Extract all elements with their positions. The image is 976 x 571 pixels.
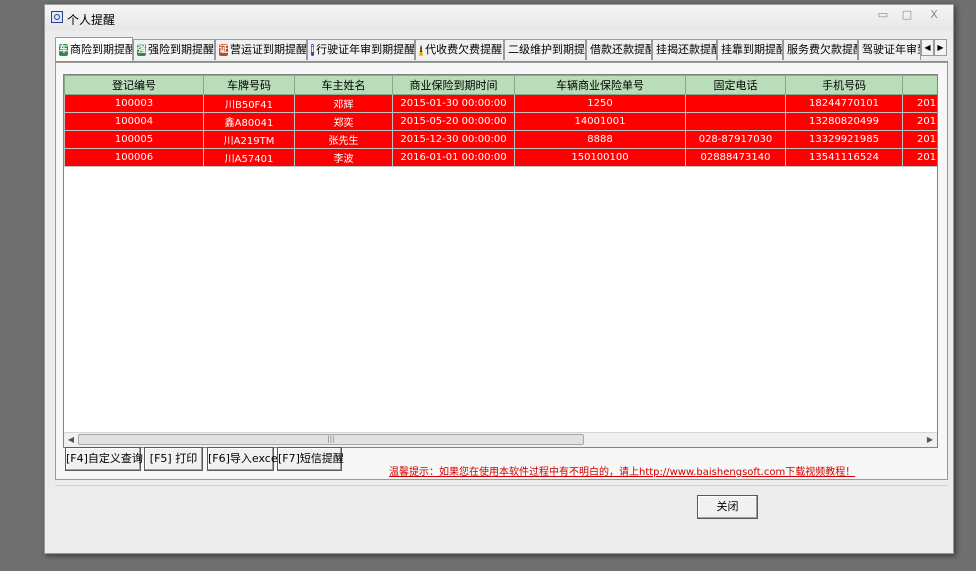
- tab-label: 强险到期提醒: [148, 43, 215, 56]
- close-button[interactable]: 关闭: [697, 495, 758, 519]
- car-icon: 车: [59, 44, 69, 56]
- cell-plate: 川A219TM: [203, 130, 295, 149]
- tab-commercial-insurance[interactable]: 车 商险到期提醒: [55, 37, 133, 61]
- cell-expiry: 2015-12-30 00:00:00: [392, 130, 515, 149]
- license-icon: 证: [219, 44, 229, 56]
- tab-secondary-maintenance[interactable]: 二级维护到期提醒: [504, 39, 586, 60]
- cell-phone: 028-87917030: [685, 130, 786, 149]
- tab-loan-repayment[interactable]: 借款还款提醒: [586, 39, 652, 60]
- sms-reminder-button[interactable]: [F7]短信提醒: [277, 447, 344, 471]
- cell-extra: 201: [902, 94, 937, 113]
- column-header[interactable]: 车牌号码: [203, 75, 295, 95]
- cell-mobile: 18244770101: [785, 94, 903, 113]
- cell-owner: 邓辉: [294, 94, 393, 113]
- divider: [55, 485, 948, 486]
- tab-driver-license-review[interactable]: 驾驶证年审到: [858, 39, 921, 60]
- maximize-button[interactable]: □: [895, 8, 919, 22]
- cell-mobile: 13541116524: [785, 148, 903, 167]
- app-icon: [51, 11, 63, 23]
- cell-mobile: 13329921985: [785, 130, 903, 149]
- cell-expiry: 2015-05-20 00:00:00: [392, 112, 515, 131]
- cell-owner: 郑奕: [294, 112, 393, 131]
- reminder-grid[interactable]: 登记编号 车牌号码 车主姓名 商业保险到期时间 车辆商业保险单号 固定电话 手机…: [63, 74, 938, 448]
- cell-owner: 李波: [294, 148, 393, 167]
- tab-scroll-right-button[interactable]: ▶: [934, 39, 947, 56]
- tab-affiliation-expiry[interactable]: 挂靠到期提醒: [717, 39, 783, 60]
- scroll-right-arrow-icon[interactable]: ▶: [923, 433, 937, 447]
- custom-query-button[interactable]: [F4]自定义查询: [65, 447, 143, 471]
- column-header[interactable]: 手机号码: [785, 75, 903, 95]
- tab-label: 代收费欠费提醒: [425, 43, 503, 56]
- cell-policy-no: 8888: [514, 130, 686, 149]
- tip-link[interactable]: 温馨提示：如果您在使用本软件过程中有不明白的，请上http://www.bais…: [389, 463, 855, 478]
- tab-label: 挂揭还款提醒: [656, 43, 717, 56]
- export-excel-button[interactable]: [F6]导入excel: [207, 447, 281, 471]
- cell-extra: 201: [902, 148, 937, 167]
- tab-affiliation-repayment[interactable]: 挂揭还款提醒: [652, 39, 717, 60]
- column-header[interactable]: 车主姓名: [294, 75, 393, 95]
- cell-expiry: 2015-01-30 00:00:00: [392, 94, 515, 113]
- reminder-table: 登记编号 车牌号码 车主姓名 商业保险到期时间 车辆商业保险单号 固定电话 手机…: [64, 75, 937, 167]
- column-header[interactable]: 车辆商业保险单号: [514, 75, 686, 95]
- title-bar: 个人提醒 ▭ □ X: [45, 5, 953, 31]
- tab-operation-license[interactable]: 证 营运证到期提醒: [215, 39, 307, 60]
- tab-label: 挂靠到期提醒: [721, 43, 783, 56]
- cell-phone: [685, 94, 786, 113]
- cell-policy-no: 150100100: [514, 148, 686, 167]
- table-row[interactable]: 100006 川A57401 李波 2016-01-01 00:00:00 15…: [64, 148, 937, 167]
- column-header[interactable]: [902, 75, 937, 95]
- tab-label: 商险到期提醒: [70, 43, 133, 56]
- print-button[interactable]: [F5] 打印: [144, 447, 203, 471]
- cell-reg-no: 100003: [64, 94, 204, 113]
- table-row[interactable]: 100003 川B50F41 邓辉 2015-01-30 00:00:00 12…: [64, 94, 937, 113]
- tab-service-fee-arrears[interactable]: 服务费欠款提醒: [783, 39, 858, 60]
- cell-owner: 张先生: [294, 130, 393, 149]
- column-header[interactable]: 登记编号: [64, 75, 204, 95]
- minimize-button[interactable]: ▭: [871, 8, 895, 22]
- close-window-button[interactable]: X: [919, 8, 949, 22]
- window-title: 个人提醒: [67, 13, 116, 27]
- reminder-window: 个人提醒 ▭ □ X 车 商险到期提醒 强 强险到期提醒 证 营运证到期提醒 i…: [44, 4, 954, 554]
- scroll-left-arrow-icon[interactable]: ◀: [64, 433, 78, 447]
- horizontal-scrollbar[interactable]: ◀ ||| ▶: [64, 432, 937, 447]
- tab-label: 行驶证年审到期提醒: [316, 43, 415, 56]
- cell-extra: 201: [902, 112, 937, 131]
- warning-icon: !: [419, 44, 424, 56]
- tab-label: 服务费欠款提醒: [787, 43, 858, 56]
- scrollbar-thumb[interactable]: |||: [78, 434, 584, 445]
- info-icon: i: [311, 44, 315, 56]
- cell-reg-no: 100006: [64, 148, 204, 167]
- cell-phone: 02888473140: [685, 148, 786, 167]
- cell-policy-no: 14001001: [514, 112, 686, 131]
- cell-plate: 川A57401: [203, 148, 295, 167]
- cell-mobile: 13280820499: [785, 112, 903, 131]
- cell-plate: 鑫A80041: [203, 112, 295, 131]
- table-row[interactable]: 100005 川A219TM 张先生 2015-12-30 00:00:00 8…: [64, 130, 937, 149]
- tab-label: 二级维护到期提醒: [508, 43, 585, 56]
- table-row[interactable]: 100004 鑫A80041 郑奕 2015-05-20 00:00:00 14…: [64, 112, 937, 131]
- header-row: 登记编号 车牌号码 车主姓名 商业保险到期时间 车辆商业保险单号 固定电话 手机…: [64, 75, 937, 95]
- tab-driving-license-review[interactable]: i 行驶证年审到期提醒: [307, 39, 415, 60]
- shield-icon: 强: [137, 44, 147, 56]
- tab-scroll-left-button[interactable]: ◀: [921, 39, 934, 56]
- cell-extra: 201: [902, 130, 937, 149]
- cell-reg-no: 100004: [64, 112, 204, 131]
- cell-phone: [685, 112, 786, 131]
- tab-fee-arrears[interactable]: ! 代收费欠费提醒: [415, 39, 504, 60]
- tab-bar: 车 商险到期提醒 强 强险到期提醒 证 营运证到期提醒 i 行驶证年审到期提醒 …: [55, 37, 948, 62]
- tab-label: 借款还款提醒: [590, 43, 652, 56]
- cell-policy-no: 1250: [514, 94, 686, 113]
- column-header[interactable]: 固定电话: [685, 75, 786, 95]
- cell-plate: 川B50F41: [203, 94, 295, 113]
- cell-reg-no: 100005: [64, 130, 204, 149]
- cell-expiry: 2016-01-01 00:00:00: [392, 148, 515, 167]
- tab-compulsory-insurance[interactable]: 强 强险到期提醒: [133, 39, 215, 60]
- tab-label: 驾驶证年审到: [862, 43, 920, 56]
- tab-label: 营运证到期提醒: [230, 43, 307, 56]
- tab-panel: 登记编号 车牌号码 车主姓名 商业保险到期时间 车辆商业保险单号 固定电话 手机…: [55, 62, 948, 480]
- column-header[interactable]: 商业保险到期时间: [392, 75, 515, 95]
